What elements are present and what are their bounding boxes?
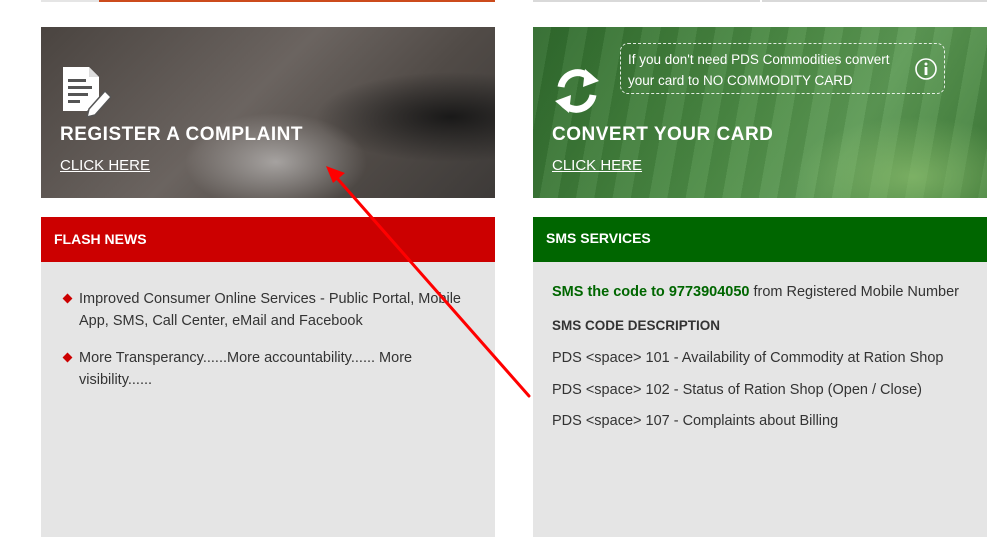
top-strip-accent (99, 0, 495, 2)
no-commodity-note: If you don't need PDS Commodities conver… (620, 43, 945, 94)
convert-card-title: CONVERT YOUR CARD (552, 124, 774, 145)
sms-services-panel: SMS SERVICES SMS the code to 9773904050 … (533, 217, 987, 537)
sms-code-item: PDS <space> 101 - Availability of Commod… (552, 350, 944, 366)
sms-intro-rest: from Registered Mobile Number (749, 284, 959, 300)
sms-code-heading: SMS CODE DESCRIPTION (552, 318, 721, 333)
list-item[interactable]: More Transperancy......More accountabili… (62, 347, 479, 391)
news-text: More Transperancy......More accountabili… (79, 350, 413, 388)
list-item[interactable]: Improved Consumer Online Services - Publ… (62, 288, 479, 332)
document-edit-icon (63, 67, 111, 117)
flash-news-panel: FLASH NEWS Improved Consumer Online Serv… (41, 217, 495, 537)
news-text: Improved Consumer Online Services - Publ… (79, 291, 461, 329)
sms-intro: SMS the code to 9773904050 from Register… (552, 284, 959, 300)
register-complaint-banner[interactable]: REGISTER A COMPLAINT CLICK HERE (41, 27, 495, 198)
info-icon[interactable] (914, 57, 938, 81)
sms-code-item: PDS <space> 102 - Status of Ration Shop … (552, 382, 922, 398)
convert-card-banner[interactable]: If you don't need PDS Commodities conver… (533, 27, 987, 198)
register-complaint-title: REGISTER A COMPLAINT (60, 124, 303, 145)
top-strip-right (533, 0, 987, 2)
refresh-icon (555, 69, 599, 113)
no-commodity-note-text: If you don't need PDS Commodities conver… (628, 52, 890, 88)
flash-news-header: FLASH NEWS (41, 217, 495, 262)
convert-card-link[interactable]: CLICK HERE (552, 157, 642, 174)
sms-code-item: PDS <space> 107 - Complaints about Billi… (552, 413, 839, 429)
top-strip-gap (760, 0, 762, 2)
diamond-bullet-icon (62, 352, 73, 363)
top-strip-left (41, 0, 495, 2)
sms-number: SMS the code to 9773904050 (552, 284, 750, 300)
sms-services-header: SMS SERVICES (533, 217, 987, 262)
register-complaint-link[interactable]: CLICK HERE (60, 157, 150, 174)
diamond-bullet-icon (62, 293, 73, 304)
